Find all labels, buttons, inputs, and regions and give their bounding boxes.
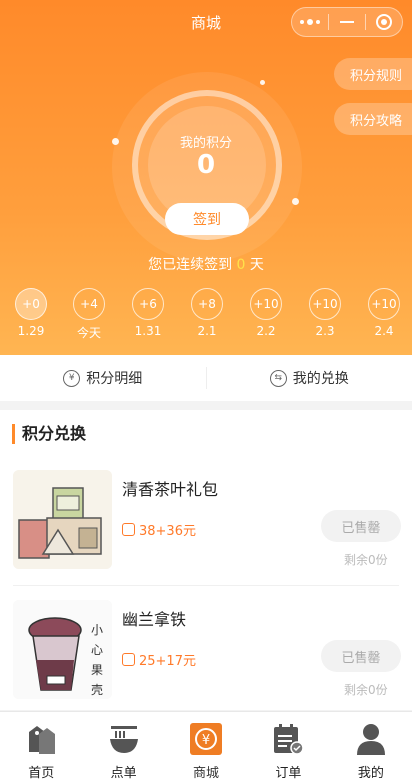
streak-text: 您已连续签到 0 天 [148,257,264,273]
product-price: 25+17元 [122,650,196,669]
checkin-date: 2.4 [374,324,394,338]
product-item[interactable]: 小 心 果 壳 幽兰拿铁 25+17元 已售罄 剩余0份 [0,600,412,720]
remaining-count: 剩余0份 [344,553,388,567]
svg-text:¥: ¥ [202,733,210,748]
ring-dot [292,198,299,205]
checkin-reward-badge: +6 [132,288,164,320]
checkin-day: +6 1.31 [125,288,171,338]
tab-label: 订单 [275,766,302,780]
tab-label: 点单 [110,766,137,780]
ring-dot [260,80,265,85]
svg-text:小: 小 [91,623,103,637]
coin-icon: ¥ [63,369,81,387]
checkin-date: 2.1 [197,324,217,338]
latte-image: 小 心 果 壳 [13,600,112,699]
checkin-date: 2.2 [256,324,276,338]
section-title: 积分兑换 [12,424,86,444]
person-icon [354,722,388,756]
points-coin-icon [122,653,135,666]
points-detail-label: 积分明细 [86,371,143,387]
checkin-reward-badge: +0 [15,288,47,320]
sold-out-button[interactable]: 已售罄 [321,640,401,672]
checkin-reward-badge: +4 [73,288,105,320]
points-value: 0 [196,150,216,180]
points-rules-button[interactable]: 积分规则 [334,58,412,90]
product-price: 38+36元 [122,520,196,539]
tea-gift-image [13,470,112,569]
checkin-date: 2.3 [315,324,335,338]
close-app-button[interactable] [366,8,402,36]
checkin-reward-badge: +10 [309,288,341,320]
points-coin-icon [122,523,135,536]
checkin-date: 1.29 [17,324,45,338]
tab-orders[interactable]: 订单 [247,712,329,780]
checkin-day: +10 2.4 [361,288,407,338]
target-icon [376,14,392,30]
bottom-tab-bar: 首页 点单 ¥ 商城 订单 我的 [0,711,412,780]
tab-label: 首页 [28,766,55,780]
my-exchange-label: 我的兑换 [292,371,349,387]
points-tabs: ¥ 积分明细 ⇆ 我的兑换 [0,355,412,401]
product-name: 幽兰拿铁 [122,610,187,629]
svg-text:心: 心 [91,643,103,657]
remaining-count: 剩余0份 [344,683,388,697]
checkin-reward-badge: +8 [191,288,223,320]
checkin-reward-badge: +10 [250,288,282,320]
sign-in-button[interactable]: 签到 [165,203,249,235]
product-item[interactable]: 清香茶叶礼包 38+36元 已售罄 剩余0份 [0,470,412,590]
checkin-day: +8 2.1 [184,288,230,338]
more-dots-icon [300,19,320,25]
checkin-day: +4 今天 [66,288,112,341]
checkin-day: +0 1.29 [8,288,54,338]
svg-text:壳: 壳 [91,683,103,697]
exchange-icon: ⇆ [269,369,287,387]
shop-yen-icon: ¥ [189,722,223,756]
checkin-date: 今天 [76,326,101,340]
points-detail-tab[interactable]: ¥ 积分明细 [0,368,206,388]
tab-shop[interactable]: ¥ 商城 [165,712,247,780]
checkin-date: 1.31 [134,324,162,338]
checkin-day: +10 2.2 [243,288,289,338]
points-hero: 商城 积分规则 积分攻略 我的积分 0 签到 您已连续签到 0 天 +0 1.29… [0,0,412,355]
home-tag-icon [24,722,58,756]
svg-text:果: 果 [91,663,103,677]
my-exchange-tab[interactable]: ⇆ 我的兑换 [207,368,412,388]
checkin-day: +10 2.3 [302,288,348,338]
points-guide-button[interactable]: 积分攻略 [334,103,412,135]
points-label: 我的积分 [179,136,232,151]
bowl-icon [107,722,141,756]
mini-program-capsule [291,7,403,37]
more-button[interactable] [292,8,328,36]
sold-out-button[interactable]: 已售罄 [321,510,401,542]
order-list-icon [271,722,305,756]
tab-order[interactable]: 点单 [82,712,164,780]
exchange-section: 积分兑换 清香茶叶礼包 38+36元 已售罄 剩余0份 小 心 果 壳 幽兰拿铁… [0,410,412,710]
product-name: 清香茶叶礼包 [122,480,219,499]
checkin-reward-badge: +10 [368,288,400,320]
minimize-icon [340,21,354,23]
tab-home[interactable]: 首页 [0,712,82,780]
minimize-button[interactable] [329,8,365,36]
tab-label: 商城 [193,766,220,780]
tab-label: 我的 [357,766,384,780]
checkin-days: +0 1.29 +4 今天 +6 1.31 +8 2.1 +10 2.2 +10 2.3 +10 2.4 [0,288,412,344]
tab-mine[interactable]: 我的 [330,712,412,780]
